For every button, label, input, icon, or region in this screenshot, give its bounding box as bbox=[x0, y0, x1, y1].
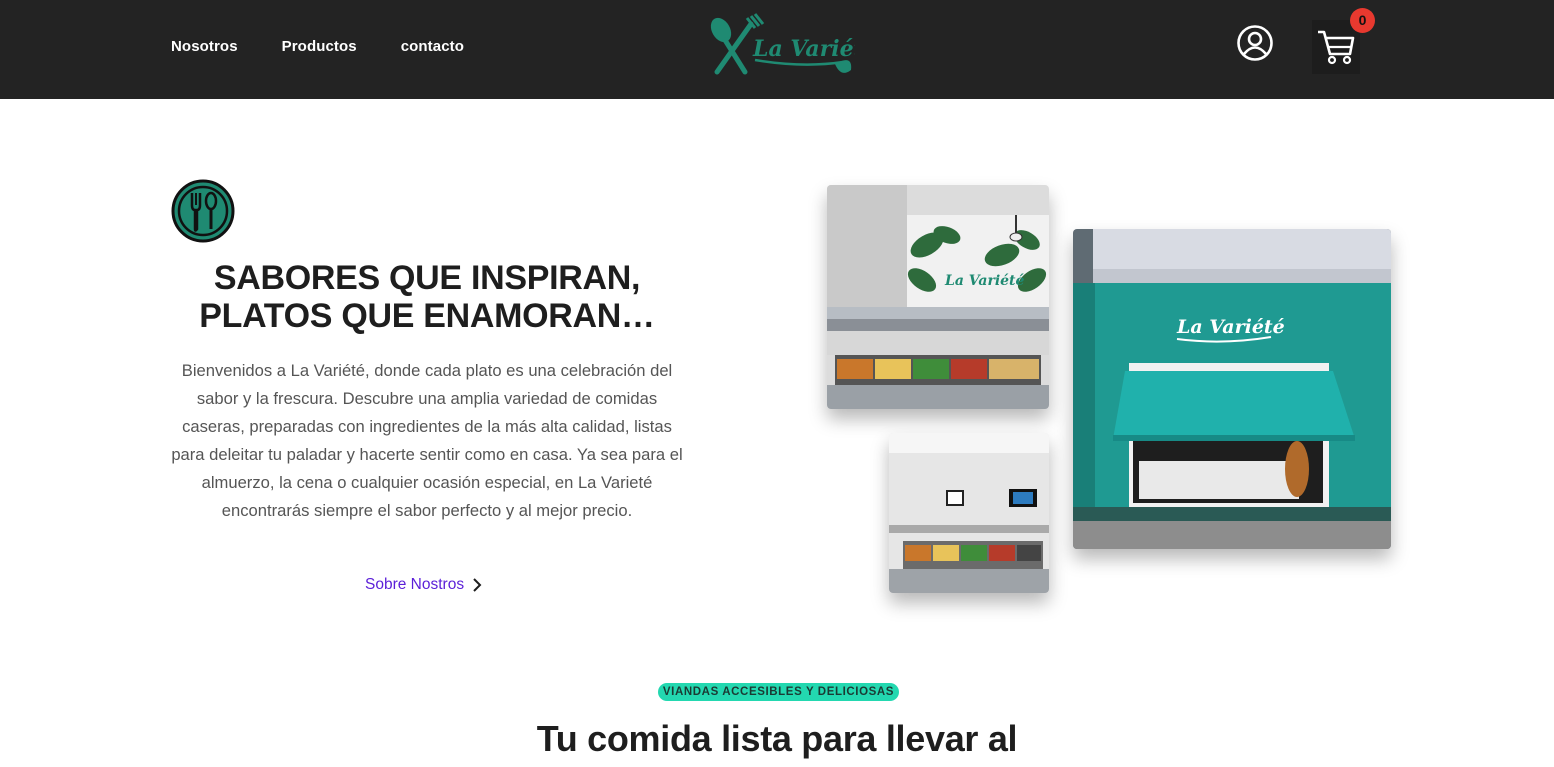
buffet-sign-text: La Variété bbox=[944, 273, 1025, 289]
hero-title-line2: PLATOS QUE ENAMORAN… bbox=[199, 297, 655, 335]
buffet-photo: La Variété bbox=[827, 185, 1049, 409]
storefront-sign-text: La Variété bbox=[1176, 316, 1285, 338]
cart-count-badge: 0 bbox=[1350, 8, 1375, 33]
nav-link-productos[interactable]: Productos bbox=[282, 38, 357, 55]
about-us-link[interactable]: Sobre Nostros bbox=[365, 576, 482, 594]
logo-text: La Variété bbox=[752, 36, 855, 62]
chevron-right-icon bbox=[473, 578, 482, 592]
about-us-link-label: Sobre Nostros bbox=[365, 576, 465, 593]
main-nav: Nosotros Productos contacto bbox=[171, 38, 464, 55]
nav-link-nosotros[interactable]: Nosotros bbox=[171, 38, 238, 55]
user-circle-icon bbox=[1237, 25, 1273, 61]
counter-photo bbox=[889, 433, 1049, 593]
section-title: Tu comida lista para llevar al bbox=[536, 718, 1018, 759]
cutlery-badge-icon bbox=[171, 179, 235, 243]
storefront-photo: La Variété bbox=[1073, 229, 1391, 549]
brand-logo[interactable]: La Variété bbox=[703, 12, 878, 82]
user-account-button[interactable] bbox=[1236, 24, 1274, 62]
site-header: Nosotros Productos contacto La Variété bbox=[0, 0, 1554, 99]
section-badge: VIANDAS ACCESIBLES Y DELICIOSAS bbox=[658, 683, 899, 701]
nav-link-contacto[interactable]: contacto bbox=[401, 38, 464, 55]
hero-description: Bienvenidos a La Variété, donde cada pla… bbox=[171, 361, 683, 520]
hero-title-line1: SABORES QUE INSPIRAN, bbox=[213, 259, 641, 297]
hero-title: SABORES QUE INSPIRAN, PLATOS QUE ENAMORA… bbox=[171, 259, 683, 335]
